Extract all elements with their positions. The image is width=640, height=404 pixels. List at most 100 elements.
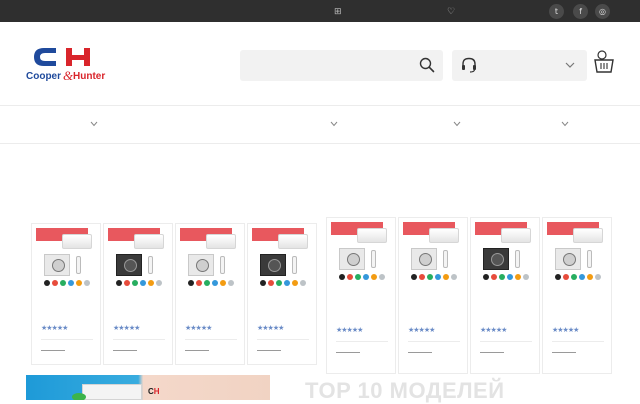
- color-swatch[interactable]: [140, 280, 146, 286]
- product-card[interactable]: ★★★★★: [103, 223, 173, 365]
- product-card[interactable]: ★★★★★: [470, 217, 540, 374]
- color-swatch[interactable]: [188, 280, 194, 286]
- logo-text-right: Hunter: [73, 71, 105, 82]
- heart-icon[interactable]: ♡: [447, 5, 455, 17]
- color-swatch[interactable]: [220, 280, 226, 286]
- color-swatch[interactable]: [52, 280, 58, 286]
- color-swatches: [188, 280, 236, 286]
- product-card[interactable]: ★★★★★: [542, 217, 612, 374]
- color-swatch[interactable]: [595, 274, 601, 280]
- color-swatch[interactable]: [515, 274, 521, 280]
- rating-stars: ★★★★★: [408, 326, 435, 334]
- color-swatch[interactable]: [363, 274, 369, 280]
- nav-item-1-chevron-icon[interactable]: [90, 121, 98, 127]
- remote-control-image: [587, 250, 592, 268]
- grid-icon[interactable]: ⊞: [334, 5, 342, 17]
- indoor-unit-image: [573, 228, 603, 243]
- color-swatch[interactable]: [443, 274, 449, 280]
- color-swatch[interactable]: [276, 280, 282, 286]
- color-swatch[interactable]: [124, 280, 130, 286]
- color-swatch[interactable]: [411, 274, 417, 280]
- color-swatch[interactable]: [284, 280, 290, 286]
- color-swatch[interactable]: [268, 280, 274, 286]
- fan-icon: [347, 253, 360, 266]
- search-bar: [240, 50, 443, 81]
- leaf-icon: [72, 393, 86, 400]
- color-swatch[interactable]: [571, 274, 577, 280]
- color-swatch[interactable]: [132, 280, 138, 286]
- fan-icon: [563, 253, 576, 266]
- color-swatch[interactable]: [204, 280, 210, 286]
- color-swatch[interactable]: [507, 274, 513, 280]
- color-swatch[interactable]: [427, 274, 433, 280]
- outdoor-unit-image: [116, 254, 142, 276]
- color-swatch[interactable]: [116, 280, 122, 286]
- color-swatch[interactable]: [371, 274, 377, 280]
- brand-logo[interactable]: Cooper & Hunter: [26, 44, 118, 84]
- color-swatch[interactable]: [523, 274, 529, 280]
- product-card[interactable]: ★★★★★: [175, 223, 245, 365]
- color-swatch[interactable]: [60, 280, 66, 286]
- card-divider: [408, 341, 460, 342]
- nav-item-3-chevron-icon[interactable]: [453, 121, 461, 127]
- rating-stars: ★★★★★: [552, 326, 579, 334]
- color-swatch[interactable]: [196, 280, 202, 286]
- color-swatch[interactable]: [579, 274, 585, 280]
- support-dropdown[interactable]: [452, 50, 587, 81]
- search-icon[interactable]: [419, 57, 435, 73]
- color-swatch[interactable]: [499, 274, 505, 280]
- color-swatch[interactable]: [419, 274, 425, 280]
- color-swatch[interactable]: [212, 280, 218, 286]
- color-swatch[interactable]: [347, 274, 353, 280]
- color-swatch[interactable]: [292, 280, 298, 286]
- price-placeholder: [336, 352, 360, 353]
- nav-item-2-chevron-icon[interactable]: [330, 121, 338, 127]
- promo-banner[interactable]: CH: [26, 375, 270, 400]
- remote-control-image: [292, 256, 297, 274]
- product-card[interactable]: ★★★★★: [326, 217, 396, 374]
- product-card[interactable]: ★★★★★: [31, 223, 101, 365]
- color-swatch[interactable]: [435, 274, 441, 280]
- color-swatches: [44, 280, 92, 286]
- color-swatch[interactable]: [84, 280, 90, 286]
- indoor-unit-image: [62, 234, 92, 249]
- color-swatch[interactable]: [228, 280, 234, 286]
- color-swatch[interactable]: [355, 274, 361, 280]
- outdoor-unit-image: [555, 248, 581, 270]
- card-divider: [113, 339, 165, 340]
- color-swatch[interactable]: [260, 280, 266, 286]
- indoor-unit-image: [501, 228, 531, 243]
- outdoor-unit-image: [44, 254, 70, 276]
- remote-control-image: [443, 250, 448, 268]
- color-swatch[interactable]: [68, 280, 74, 286]
- color-swatch[interactable]: [483, 274, 489, 280]
- color-swatch[interactable]: [379, 274, 385, 280]
- instagram-icon[interactable]: ◎: [595, 4, 610, 19]
- nav-item-4-chevron-icon[interactable]: [561, 121, 569, 127]
- search-input[interactable]: [240, 50, 410, 81]
- outdoor-unit-image: [260, 254, 286, 276]
- outdoor-unit-image: [483, 248, 509, 270]
- basket-icon[interactable]: [594, 50, 614, 74]
- chevron-down-icon: [565, 62, 575, 68]
- color-swatch[interactable]: [300, 280, 306, 286]
- top-bar: ⊞ ♡ t f ◎: [0, 0, 640, 22]
- color-swatch[interactable]: [563, 274, 569, 280]
- product-card[interactable]: ★★★★★: [247, 223, 317, 365]
- color-swatch[interactable]: [491, 274, 497, 280]
- twitter-icon[interactable]: t: [549, 4, 564, 19]
- fan-icon: [52, 259, 65, 272]
- color-swatch[interactable]: [451, 274, 457, 280]
- indoor-unit-image: [134, 234, 164, 249]
- color-swatch[interactable]: [555, 274, 561, 280]
- facebook-icon[interactable]: f: [573, 4, 588, 19]
- color-swatch[interactable]: [76, 280, 82, 286]
- color-swatch[interactable]: [148, 280, 154, 286]
- color-swatch[interactable]: [339, 274, 345, 280]
- color-swatch[interactable]: [587, 274, 593, 280]
- outdoor-unit-image: [188, 254, 214, 276]
- color-swatch[interactable]: [156, 280, 162, 286]
- color-swatch[interactable]: [44, 280, 50, 286]
- color-swatches: [260, 280, 308, 286]
- product-card[interactable]: ★★★★★: [398, 217, 468, 374]
